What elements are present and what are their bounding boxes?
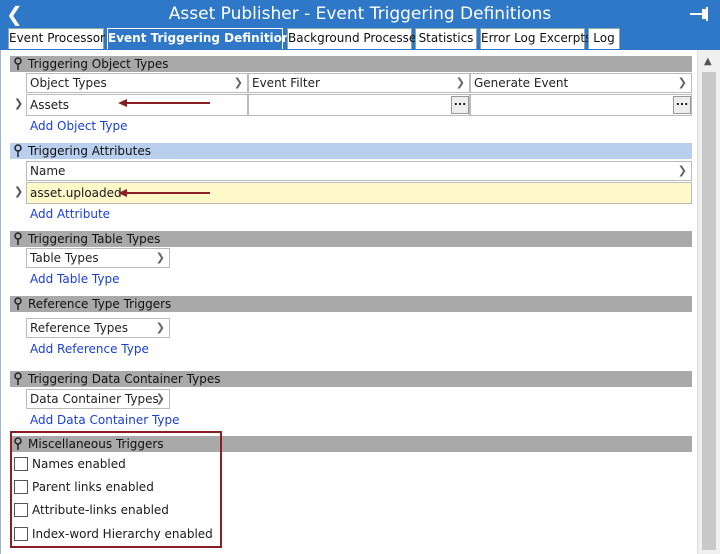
section-header-data-container-types[interactable]: Triggering Data Container Types — [10, 371, 692, 387]
title-bar: ❮ Asset Publisher - Event Triggering Def… — [0, 0, 720, 28]
pin-icon[interactable] — [688, 4, 714, 24]
generate-event-cell[interactable] — [470, 94, 692, 116]
column-header-object-types[interactable]: Object Types ❯ — [26, 73, 248, 93]
pushpin-icon — [14, 297, 22, 310]
pushpin-icon — [14, 232, 22, 245]
section-title: Triggering Data Container Types — [28, 372, 221, 386]
window-title: Asset Publisher - Event Triggering Defin… — [168, 4, 552, 24]
vertical-scrollbar[interactable]: ▲ — [697, 50, 720, 554]
column-header-data-container-types[interactable]: Data Container Types ❯ — [26, 389, 170, 409]
chevron-right-icon: ❯ — [155, 251, 165, 264]
annotation-arrow-icon — [118, 99, 210, 107]
section-header-table-types[interactable]: Triggering Table Types — [10, 231, 692, 247]
annotation-highlight-box — [10, 431, 222, 548]
scroll-up-icon[interactable]: ▲ — [704, 56, 712, 67]
tab-log[interactable]: Log — [588, 28, 620, 49]
tab-error-log-excerpts[interactable]: Error Log Excerpts — [480, 28, 591, 49]
row-marker-icon: ❯ — [14, 185, 24, 198]
section-header-object-types[interactable]: Triggering Object Types — [10, 56, 692, 72]
tab-background-processes[interactable]: Background Processes — [287, 28, 423, 49]
column-header-event-filter[interactable]: Event Filter ❯ — [248, 73, 470, 93]
column-header-reference-types[interactable]: Reference Types ❯ — [26, 318, 170, 338]
section-title: Triggering Attributes — [28, 144, 151, 158]
event-filter-browse-button[interactable]: ... — [451, 96, 469, 114]
scrollbar-thumb[interactable] — [702, 72, 716, 550]
row-marker-icon: ❯ — [14, 97, 24, 110]
tab-event-processor[interactable]: Event Processor — [8, 28, 105, 49]
column-header-table-types[interactable]: Table Types ❯ — [26, 248, 170, 268]
chevron-right-icon: ❯ — [677, 76, 687, 89]
column-header-generate-event[interactable]: Generate Event ❯ — [470, 73, 692, 93]
section-title: Triggering Object Types — [28, 57, 169, 71]
chevron-right-icon: ❯ — [155, 392, 165, 405]
tab-strip: Event Processor Event Triggering Definit… — [0, 28, 720, 50]
section-header-attributes[interactable]: Triggering Attributes — [10, 143, 692, 159]
column-header-name[interactable]: Name ❯ — [26, 161, 692, 181]
add-data-container-type-link[interactable]: Add Data Container Type — [30, 413, 180, 427]
section-title: Reference Type Triggers — [28, 297, 172, 311]
generate-event-browse-button[interactable]: ... — [673, 96, 691, 114]
add-attribute-link[interactable]: Add Attribute — [30, 207, 110, 221]
chevron-right-icon: ❯ — [677, 164, 687, 177]
chevron-right-icon: ❯ — [455, 76, 465, 89]
chevron-right-icon: ❯ — [233, 76, 243, 89]
add-reference-type-link[interactable]: Add Reference Type — [30, 342, 149, 356]
add-object-type-link[interactable]: Add Object Type — [30, 119, 128, 133]
pushpin-icon — [14, 144, 22, 157]
annotation-arrow-icon — [118, 189, 210, 197]
tab-statistics[interactable]: Statistics — [415, 28, 477, 49]
tab-event-triggering-definitions[interactable]: Event Triggering Definitions — [107, 28, 298, 49]
chevron-right-icon: ❯ — [155, 321, 165, 334]
pushpin-icon — [14, 57, 22, 70]
add-table-type-link[interactable]: Add Table Type — [30, 272, 119, 286]
event-filter-cell[interactable] — [248, 94, 470, 116]
section-title: Triggering Table Types — [28, 232, 161, 246]
section-header-reference-types[interactable]: Reference Type Triggers — [10, 296, 692, 312]
pushpin-icon — [14, 372, 22, 385]
